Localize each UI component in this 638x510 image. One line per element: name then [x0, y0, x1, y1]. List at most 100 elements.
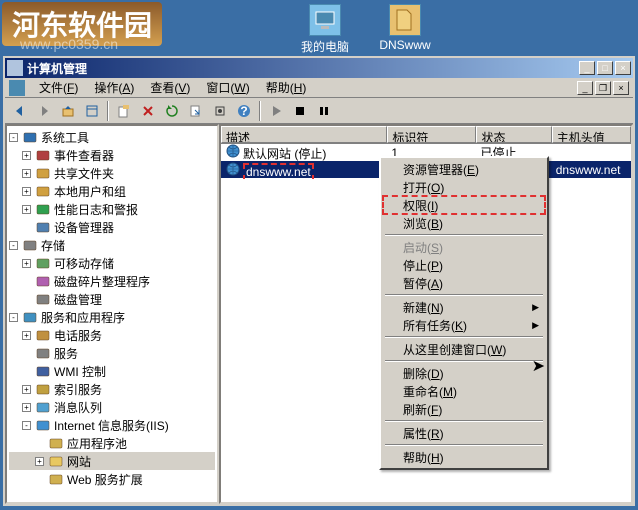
index-icon	[35, 381, 51, 397]
stop-button[interactable]	[289, 100, 311, 122]
menu-item-label: 权限(I)	[403, 197, 438, 214]
tree-node[interactable]: 服务	[9, 344, 215, 362]
context-menu-item[interactable]: 资源管理器(E)	[383, 160, 545, 178]
context-menu-item[interactable]: 停止(P)	[383, 256, 545, 274]
menu-item-label: 新建(N)	[403, 299, 444, 316]
menu-w[interactable]: 窗口(W)	[198, 77, 257, 98]
tree-toggle-icon[interactable]: -	[9, 313, 18, 322]
up-button[interactable]	[57, 100, 79, 122]
globe-icon	[225, 143, 241, 159]
context-menu-item[interactable]: 刷新(F)	[383, 400, 545, 418]
tree-node[interactable]: +网站	[9, 452, 215, 470]
titlebar[interactable]: 计算机管理 _ □ ×	[5, 58, 633, 78]
tree-node[interactable]: -Internet 信息服务(IIS)	[9, 416, 215, 434]
disk-icon	[35, 291, 51, 307]
tree-toggle-icon[interactable]: +	[35, 457, 44, 466]
tree-toggle-icon[interactable]: +	[22, 205, 31, 214]
list-header: 描述标识符状态主机头值	[221, 126, 631, 144]
context-menu-item[interactable]: 暂停(A)	[383, 274, 545, 292]
tree-toggle-icon[interactable]: -	[9, 241, 18, 250]
menu-a[interactable]: 操作(A)	[86, 77, 142, 98]
tree-node[interactable]: +电话服务	[9, 326, 215, 344]
column-header[interactable]: 主机头值	[552, 126, 631, 143]
forward-button[interactable]	[33, 100, 55, 122]
event-icon	[35, 147, 51, 163]
window-title: 计算机管理	[27, 60, 579, 77]
minimize-button[interactable]: _	[579, 61, 595, 75]
pause-button[interactable]	[313, 100, 335, 122]
tree-toggle-icon[interactable]: +	[22, 385, 31, 394]
tree-panel[interactable]: -系统工具 + 事件查看器+共享文件夹+本地用户和组+性能日志和警报设备管理器-存储…	[5, 124, 219, 504]
context-menu-item[interactable]: 新建(N) ▶	[383, 298, 545, 316]
desktop-icons: 我的电脑 DNSwww	[300, 4, 430, 55]
help-button[interactable]: ?	[233, 100, 255, 122]
properties-button[interactable]	[113, 100, 135, 122]
web-icon	[48, 453, 64, 469]
close-button[interactable]: ×	[615, 61, 631, 75]
menu-f[interactable]: 文件(F)	[31, 77, 86, 98]
tree-toggle-icon[interactable]: -	[22, 421, 31, 430]
mdi-close-button[interactable]: ×	[613, 81, 629, 95]
tree-toggle-icon[interactable]: +	[22, 187, 31, 196]
view-button[interactable]	[81, 100, 103, 122]
tree-node[interactable]: Web 服务扩展	[9, 470, 215, 488]
context-menu-item[interactable]: 属性(R)	[383, 424, 545, 442]
tree-label: 磁盘碎片整理程序	[54, 273, 150, 290]
column-header[interactable]: 描述	[221, 126, 387, 143]
settings-button[interactable]	[209, 100, 231, 122]
desktop-icon-dnswww[interactable]: DNSwww	[380, 4, 430, 55]
tree-node[interactable]: -服务和应用程序	[9, 308, 215, 326]
list-panel[interactable]: 描述标识符状态主机头值 默认网站 (停止)1已停止dnswww.net23936…	[219, 124, 633, 504]
msg-icon	[35, 399, 51, 415]
desktop-icon-mycomputer[interactable]: 我的电脑	[300, 4, 350, 55]
tree-toggle-icon[interactable]: +	[22, 403, 31, 412]
context-menu-item[interactable]: 删除(D)	[383, 364, 545, 382]
tree-node[interactable]: +本地用户和组	[9, 182, 215, 200]
maximize-button[interactable]: □	[597, 61, 613, 75]
back-button[interactable]	[9, 100, 31, 122]
column-header[interactable]: 状态	[476, 126, 551, 143]
play-button[interactable]	[265, 100, 287, 122]
tree-toggle-icon[interactable]: +	[22, 259, 31, 268]
tree-toggle-icon[interactable]: +	[22, 169, 31, 178]
mdi-minimize-button[interactable]: _	[577, 81, 593, 95]
tree-node[interactable]: + 事件查看器	[9, 146, 215, 164]
tree-toggle-icon[interactable]: +	[22, 151, 31, 160]
context-menu-item[interactable]: 浏览(B)	[383, 214, 545, 232]
tree-toggle-icon[interactable]: -	[9, 133, 18, 142]
tree-node[interactable]: 设备管理器	[9, 218, 215, 236]
tree-toggle-icon[interactable]: +	[22, 331, 31, 340]
context-menu-item[interactable]: 重命名(M)	[383, 382, 545, 400]
svc-icon	[22, 309, 38, 325]
context-menu-item[interactable]: 所有任务(K)▶	[383, 316, 545, 334]
context-menu-item[interactable]: 打开(O)	[383, 178, 545, 196]
context-menu-item[interactable]: 帮助(H)	[383, 448, 545, 466]
context-menu-item[interactable]: 从这里创建窗口(W)	[383, 340, 545, 358]
delete-button[interactable]	[137, 100, 159, 122]
desktop-icon-label: 我的电脑	[301, 38, 349, 55]
tree-label: 设备管理器	[54, 219, 114, 236]
tree-node[interactable]: +可移动存储	[9, 254, 215, 272]
tree-node[interactable]: +索引服务	[9, 380, 215, 398]
refresh-button[interactable]	[161, 100, 183, 122]
mdi-restore-button[interactable]: ❐	[595, 81, 611, 95]
submenu-arrow-icon: ▶	[532, 302, 539, 313]
tree-node[interactable]: +性能日志和警报	[9, 200, 215, 218]
context-menu-item[interactable]: 权限(I)	[383, 196, 545, 214]
menu-h[interactable]: 帮助(H)	[258, 77, 315, 98]
tree-node[interactable]: 磁盘碎片整理程序	[9, 272, 215, 290]
menu-item-label: 所有任务(K)	[403, 317, 467, 334]
tree-node[interactable]: -存储	[9, 236, 215, 254]
tree-label: 事件查看器	[54, 147, 114, 164]
export-button[interactable]	[185, 100, 207, 122]
tree-node[interactable]: -系统工具	[9, 128, 215, 146]
tree-node[interactable]: +消息队列	[9, 398, 215, 416]
menu-item-label: 帮助(H)	[403, 449, 444, 466]
menu-v[interactable]: 查看(V)	[142, 77, 198, 98]
tree-node[interactable]: 应用程序池	[9, 434, 215, 452]
tree-node[interactable]: WMI 控制	[9, 362, 215, 380]
column-header[interactable]: 标识符	[387, 126, 476, 143]
tree-node[interactable]: 磁盘管理	[9, 290, 215, 308]
tree-node[interactable]: +共享文件夹	[9, 164, 215, 182]
svg-text:?: ?	[240, 104, 247, 118]
